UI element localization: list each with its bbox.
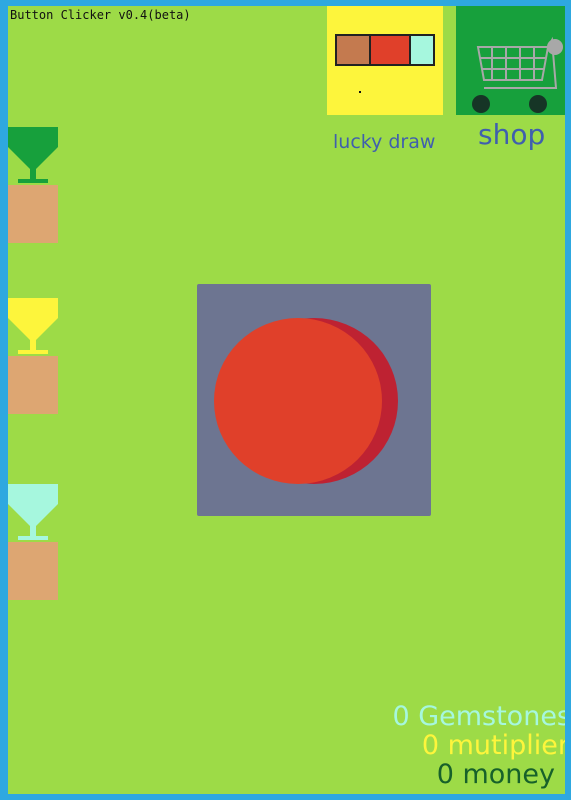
- stats-panel: 0 Gemstones 0 mutiplier 0 money: [392, 702, 565, 789]
- money-counter: 0 money: [436, 759, 555, 790]
- shopping-cart-icon: [472, 36, 563, 113]
- gemstones-counter: 0 Gemstones: [392, 701, 565, 732]
- lucky-draw-label[interactable]: lucky draw: [333, 131, 435, 153]
- trophy-cup-icon: [8, 484, 58, 540]
- trophy-cup-icon: [8, 298, 58, 354]
- lucky-slot-2: [369, 34, 411, 66]
- multiplier-counter: 0 mutiplier: [421, 730, 565, 761]
- trophy-cup-icon: [8, 127, 58, 183]
- click-button-panel: [197, 284, 431, 516]
- game-stage: Button Clicker v0.4(beta) lucky draw sho…: [8, 6, 565, 794]
- lucky-slot-3: [409, 34, 435, 66]
- trophy-pedestal: [8, 356, 58, 414]
- shop-button[interactable]: [456, 6, 565, 115]
- trophy-pedestal: [8, 542, 58, 600]
- shop-label[interactable]: shop: [478, 118, 545, 151]
- game-title: Button Clicker v0.4(beta): [10, 8, 191, 22]
- lucky-slot-1: [335, 34, 371, 66]
- trophy-green[interactable]: [8, 127, 58, 185]
- big-red-button[interactable]: [197, 284, 431, 516]
- trophy-yellow[interactable]: [8, 298, 58, 356]
- lucky-draw-button[interactable]: [327, 6, 443, 115]
- lucky-indicator-dot: [359, 91, 361, 93]
- trophy-mint[interactable]: [8, 484, 58, 542]
- trophy-pedestal: [8, 185, 58, 243]
